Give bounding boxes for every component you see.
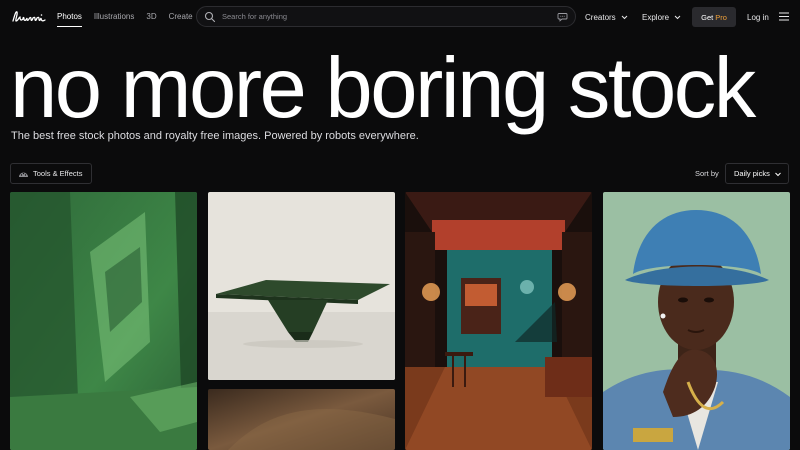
get-pro-prefix: Get bbox=[701, 12, 714, 22]
sort-value: Daily picks bbox=[734, 169, 770, 178]
get-pro-highlight: Pro bbox=[715, 12, 727, 22]
tools-effects-button[interactable]: Tools & Effects bbox=[10, 163, 92, 184]
login-link[interactable]: Log in bbox=[747, 0, 769, 34]
sort-by-label: Sort by bbox=[695, 169, 719, 178]
man-blue-bucket-hat-photo[interactable] bbox=[603, 192, 790, 450]
neon-room-interior-photo[interactable] bbox=[405, 192, 592, 450]
creators-menu[interactable]: Creators bbox=[585, 0, 628, 34]
lummi-logo[interactable] bbox=[10, 8, 48, 26]
chat-bubble-icon[interactable] bbox=[557, 11, 568, 22]
primary-nav: Photos Illustrations 3D Create bbox=[57, 0, 205, 34]
chevron-down-icon bbox=[674, 15, 681, 19]
tools-effects-label: Tools & Effects bbox=[33, 169, 83, 178]
nav-illustrations[interactable]: Illustrations bbox=[94, 0, 134, 34]
top-navigation-bar: Photos Illustrations 3D Create Creators … bbox=[0, 0, 800, 34]
sort-select[interactable]: Daily picks bbox=[725, 163, 789, 184]
nav-create[interactable]: Create bbox=[169, 0, 193, 34]
nav-photos[interactable]: Photos bbox=[57, 0, 82, 34]
hero-title: no more boring stock bbox=[10, 41, 756, 136]
creators-label: Creators bbox=[585, 12, 616, 22]
explore-label: Explore bbox=[642, 12, 670, 22]
search-icon bbox=[204, 11, 216, 22]
chevron-down-icon bbox=[621, 15, 628, 19]
nav-3d[interactable]: 3D bbox=[146, 0, 156, 34]
search-input[interactable] bbox=[222, 12, 557, 21]
search-bar[interactable] bbox=[196, 6, 576, 27]
green-table-sculpture-photo[interactable] bbox=[208, 192, 395, 380]
explore-menu[interactable]: Explore bbox=[642, 0, 681, 34]
hamburger-menu-icon[interactable] bbox=[779, 12, 789, 21]
brown-texture-photo[interactable] bbox=[208, 389, 395, 450]
get-pro-button[interactable]: Get Pro bbox=[692, 7, 736, 27]
palette-icon bbox=[19, 172, 28, 177]
hero-subtitle: The best free stock photos and royalty f… bbox=[11, 130, 419, 142]
chevron-down-icon bbox=[775, 172, 781, 177]
green-room-shadow-photo[interactable] bbox=[10, 192, 197, 450]
